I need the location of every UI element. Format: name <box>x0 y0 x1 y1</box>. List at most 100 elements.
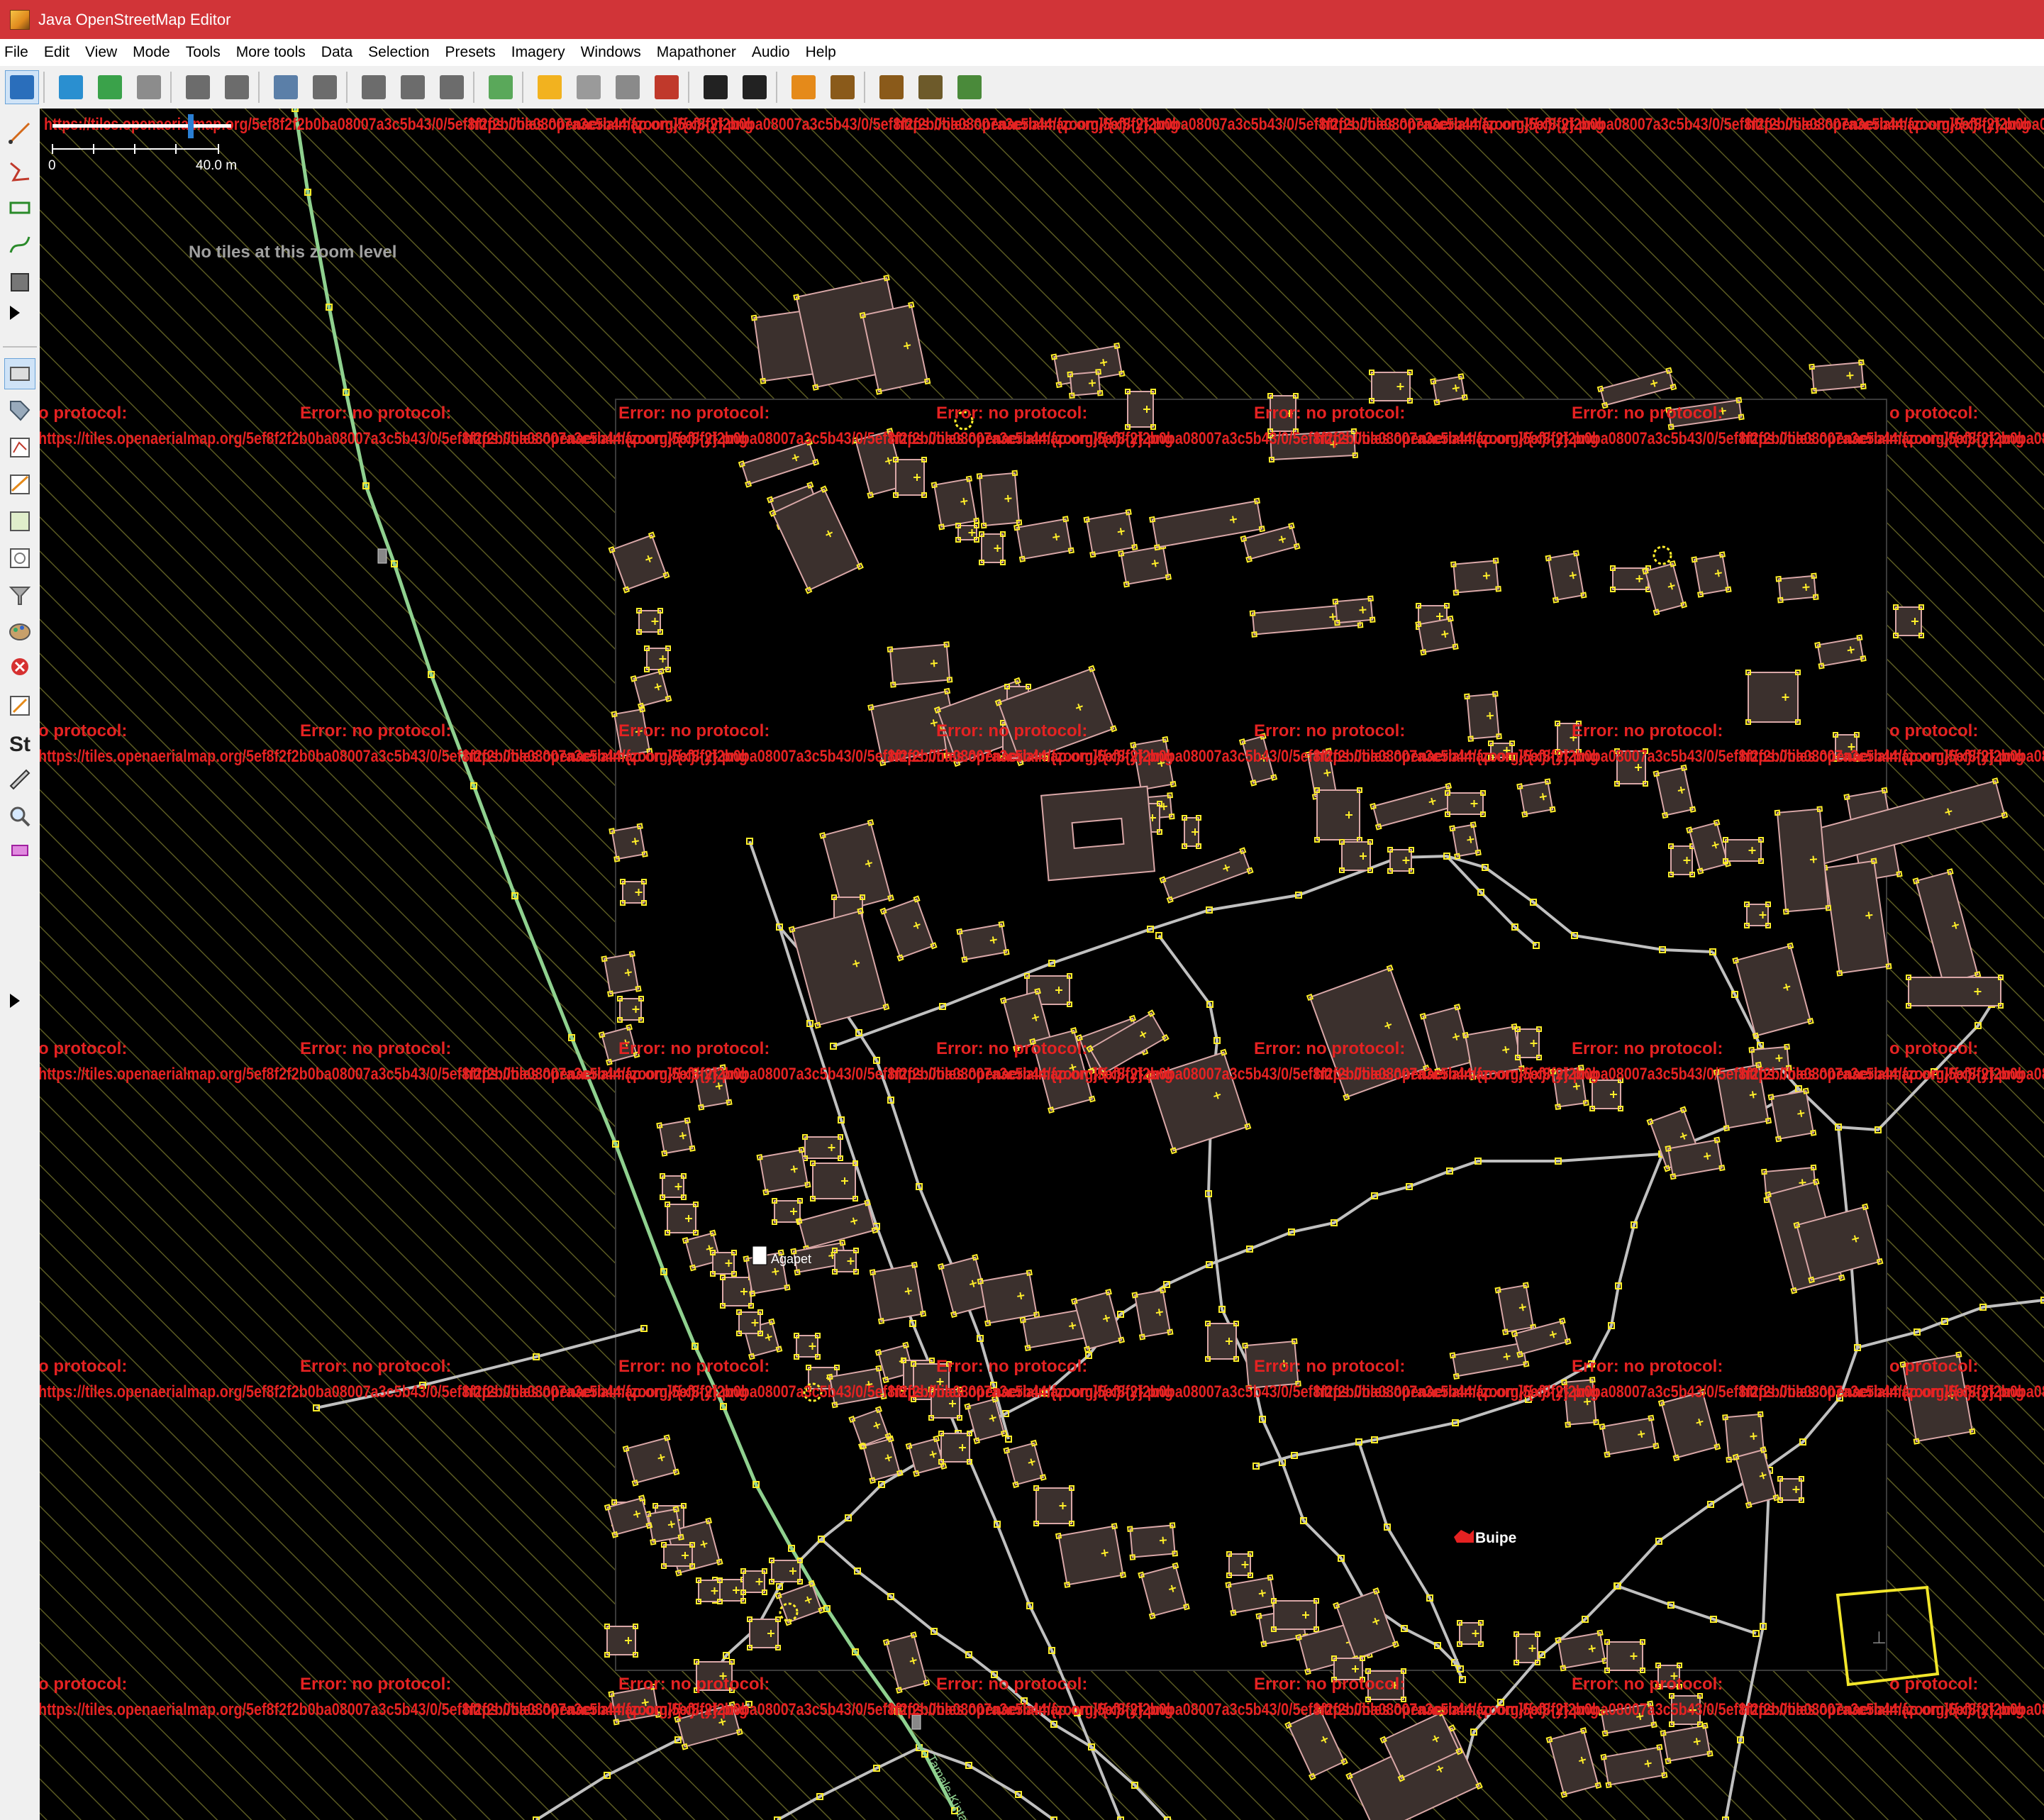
tags-icon[interactable] <box>4 395 35 426</box>
building[interactable] <box>979 531 1006 565</box>
save-button[interactable] <box>54 70 88 104</box>
building-outline[interactable] <box>1770 1089 1814 1141</box>
history-icon[interactable] <box>4 543 35 574</box>
filter-icon[interactable] <box>4 579 35 611</box>
building[interactable] <box>636 608 663 635</box>
building[interactable] <box>644 645 671 672</box>
building[interactable] <box>1067 368 1104 399</box>
building-outline[interactable] <box>647 1508 682 1543</box>
building-outline[interactable] <box>1057 1525 1124 1586</box>
building[interactable] <box>1744 901 1771 928</box>
building[interactable] <box>1271 1598 1319 1632</box>
menu-more-tools[interactable]: More tools <box>228 44 313 61</box>
building-outline[interactable] <box>1069 371 1101 396</box>
building[interactable] <box>1226 1551 1253 1578</box>
building[interactable] <box>747 1616 781 1650</box>
menu-mode[interactable]: Mode <box>125 44 178 61</box>
menu-imagery[interactable]: Imagery <box>504 44 573 61</box>
building-outline[interactable] <box>1085 511 1136 555</box>
building[interactable] <box>1723 837 1764 864</box>
improve-way-icon[interactable] <box>4 155 35 187</box>
parallel-way-icon[interactable] <box>4 192 35 223</box>
menu-help[interactable]: Help <box>798 44 844 61</box>
building-outline[interactable] <box>1451 823 1479 858</box>
draw-way-icon[interactable] <box>4 229 35 260</box>
bus-preset-button[interactable] <box>738 70 772 104</box>
download-button[interactable] <box>93 70 127 104</box>
building-outline[interactable] <box>1518 780 1554 816</box>
building[interactable] <box>1777 1476 1804 1503</box>
building[interactable] <box>710 1250 737 1277</box>
building[interactable] <box>1906 975 2004 1009</box>
zoom-icon[interactable] <box>4 801 35 832</box>
building-outline[interactable] <box>1129 1524 1176 1558</box>
building[interactable] <box>938 1431 972 1465</box>
menu-view[interactable]: View <box>77 44 125 61</box>
commands-icon[interactable] <box>4 506 35 537</box>
notes-icon[interactable] <box>4 690 35 721</box>
building[interactable] <box>1205 1321 1239 1362</box>
selection-list-icon[interactable] <box>4 432 35 463</box>
measurement-icon[interactable] <box>4 764 35 795</box>
building[interactable] <box>794 1333 821 1360</box>
menu-data[interactable]: Data <box>313 44 360 61</box>
building[interactable] <box>1668 843 1695 877</box>
building[interactable] <box>660 1173 687 1200</box>
building-outline[interactable] <box>979 1272 1038 1324</box>
industrial-preset-button[interactable] <box>913 70 948 104</box>
building-outline[interactable] <box>1777 575 1817 601</box>
building-outline[interactable] <box>1417 618 1457 653</box>
building[interactable] <box>1457 1620 1484 1647</box>
building[interactable] <box>955 523 979 543</box>
building-outline[interactable] <box>603 953 640 995</box>
draw-nodes-icon[interactable] <box>4 117 35 148</box>
building-outline[interactable] <box>1776 808 1830 913</box>
menu-audio[interactable]: Audio <box>744 44 798 61</box>
building[interactable] <box>976 470 1023 529</box>
map-view[interactable]: ⊥AgapetBuipeTamale-Kintampo Roado protoc… <box>40 109 2044 1820</box>
recycling-preset-button[interactable] <box>952 70 987 104</box>
building[interactable] <box>665 1202 699 1236</box>
building-preset-button[interactable] <box>650 70 684 104</box>
building-outline[interactable] <box>658 1119 694 1155</box>
building-outline[interactable] <box>1371 372 1411 401</box>
building[interactable] <box>832 1248 859 1275</box>
map-canvas[interactable]: ⊥AgapetBuipeTamale-Kintampo Roado protoc… <box>40 109 2044 1820</box>
menu-selection[interactable]: Selection <box>360 44 437 61</box>
validation-results-icon[interactable] <box>4 653 35 684</box>
menu-mapathoner[interactable]: Mapathoner <box>649 44 744 61</box>
building[interactable] <box>1314 787 1362 843</box>
building-outline[interactable] <box>1334 597 1374 624</box>
map-paint-styles-icon[interactable] <box>4 616 35 648</box>
layers-icon[interactable] <box>4 358 35 389</box>
combine-way-button[interactable] <box>396 70 430 104</box>
building-outline[interactable] <box>978 472 1021 527</box>
food-preset-button[interactable] <box>826 70 860 104</box>
building-outline[interactable] <box>933 477 977 528</box>
building[interactable] <box>1182 815 1201 849</box>
split-way-button[interactable] <box>357 70 391 104</box>
building[interactable] <box>740 1568 767 1595</box>
amenity-preset-button[interactable] <box>787 70 821 104</box>
building[interactable] <box>1745 670 1801 725</box>
building[interactable] <box>1893 604 1924 638</box>
zoom-slider-track[interactable] <box>52 124 231 128</box>
building[interactable] <box>1513 1631 1540 1665</box>
menu-presets[interactable]: Presets <box>438 44 504 61</box>
building[interactable] <box>604 1624 638 1658</box>
building-outline[interactable] <box>889 643 951 686</box>
building[interactable] <box>1339 839 1373 873</box>
building-outline[interactable] <box>1316 789 1360 840</box>
menu-tools[interactable]: Tools <box>178 44 228 61</box>
building-outline[interactable] <box>1466 693 1500 740</box>
open-button[interactable] <box>5 70 39 104</box>
upload-button[interactable] <box>132 70 166 104</box>
building[interactable] <box>1033 1485 1074 1526</box>
building-outline[interactable] <box>1748 672 1799 723</box>
align-button[interactable] <box>484 70 518 104</box>
building-outline[interactable] <box>633 670 670 707</box>
building[interactable] <box>769 1558 803 1585</box>
building-outline[interactable] <box>1453 560 1499 594</box>
building[interactable] <box>1464 691 1502 742</box>
building[interactable] <box>1515 1026 1542 1060</box>
